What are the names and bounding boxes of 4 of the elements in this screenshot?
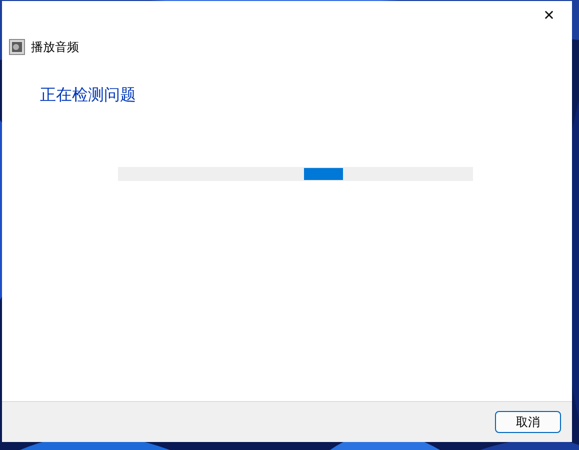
close-button[interactable]: ✕: [526, 1, 572, 31]
status-heading: 正在检测问题: [40, 85, 137, 106]
window-title: 播放音频: [31, 38, 79, 56]
cancel-button[interactable]: 取消: [495, 411, 561, 433]
